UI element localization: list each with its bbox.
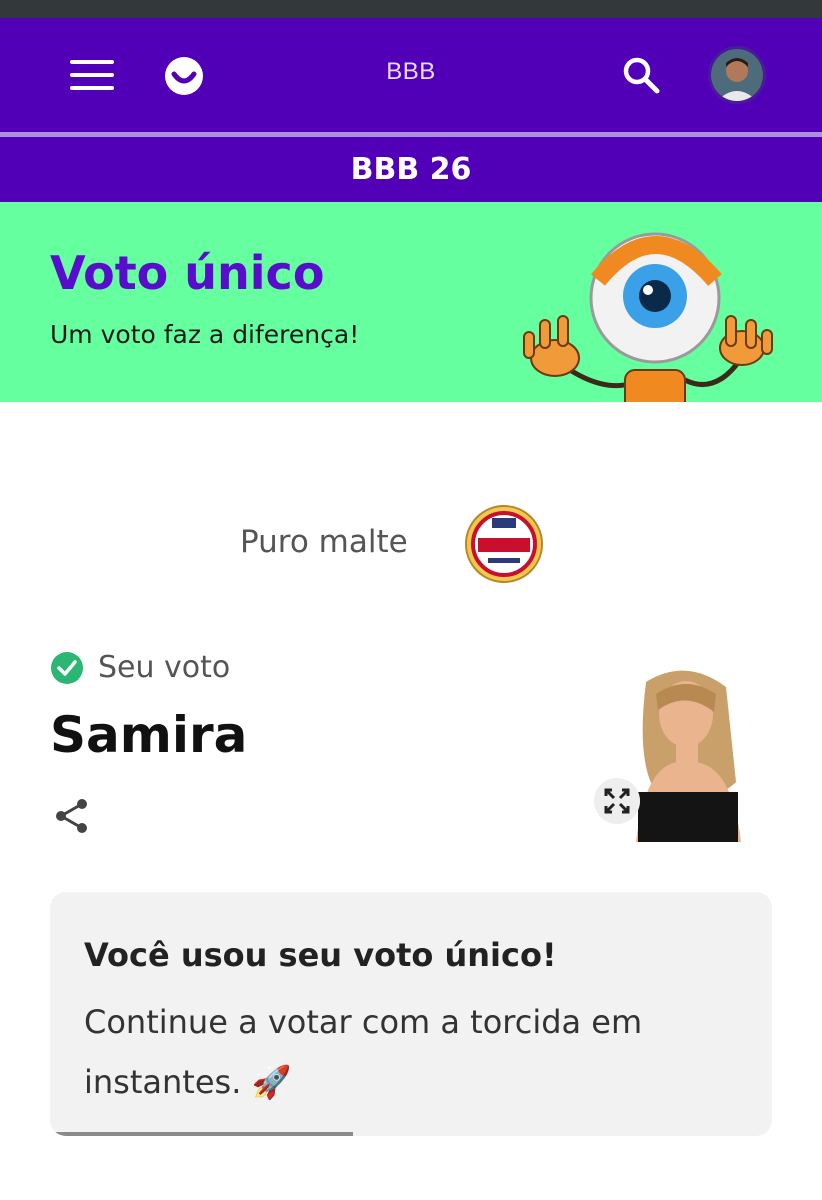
section-bar: BBB 26 [0, 137, 822, 202]
amstel-logo[interactable] [464, 504, 544, 584]
logo-icon[interactable] [164, 56, 204, 96]
share-icon[interactable] [52, 796, 92, 836]
sponsor-text: Puro malte [240, 524, 408, 560]
menu-icon[interactable] [70, 58, 116, 94]
vote-label: Seu voto [98, 650, 231, 685]
progress-fill [50, 1132, 354, 1136]
header-title: BBB [386, 58, 436, 85]
expand-icon[interactable] [594, 778, 640, 824]
candidate-photo [616, 662, 772, 842]
vote-status: Seu voto [50, 650, 230, 685]
banner-title: Voto único [50, 246, 325, 300]
vote-banner: Voto único Um voto faz a diferença! [0, 202, 822, 402]
check-icon [51, 651, 83, 684]
info-body: Continue a votar com a torcida em instan… [84, 1003, 643, 1101]
top-bar: BBB [0, 18, 822, 132]
info-card: Você usou seu voto único! Continue a vot… [50, 892, 772, 1136]
info-title: Você usou seu voto único! [84, 936, 557, 974]
section-title: BBB 26 [350, 152, 472, 187]
candidate-name: Samira [50, 706, 248, 764]
avatar[interactable] [708, 46, 766, 104]
banner-subtitle: Um voto faz a diferença! [50, 320, 360, 349]
search-icon[interactable] [620, 54, 662, 96]
progress-track [50, 1132, 772, 1136]
status-strip [0, 0, 822, 18]
mascot-illustration [523, 232, 773, 402]
